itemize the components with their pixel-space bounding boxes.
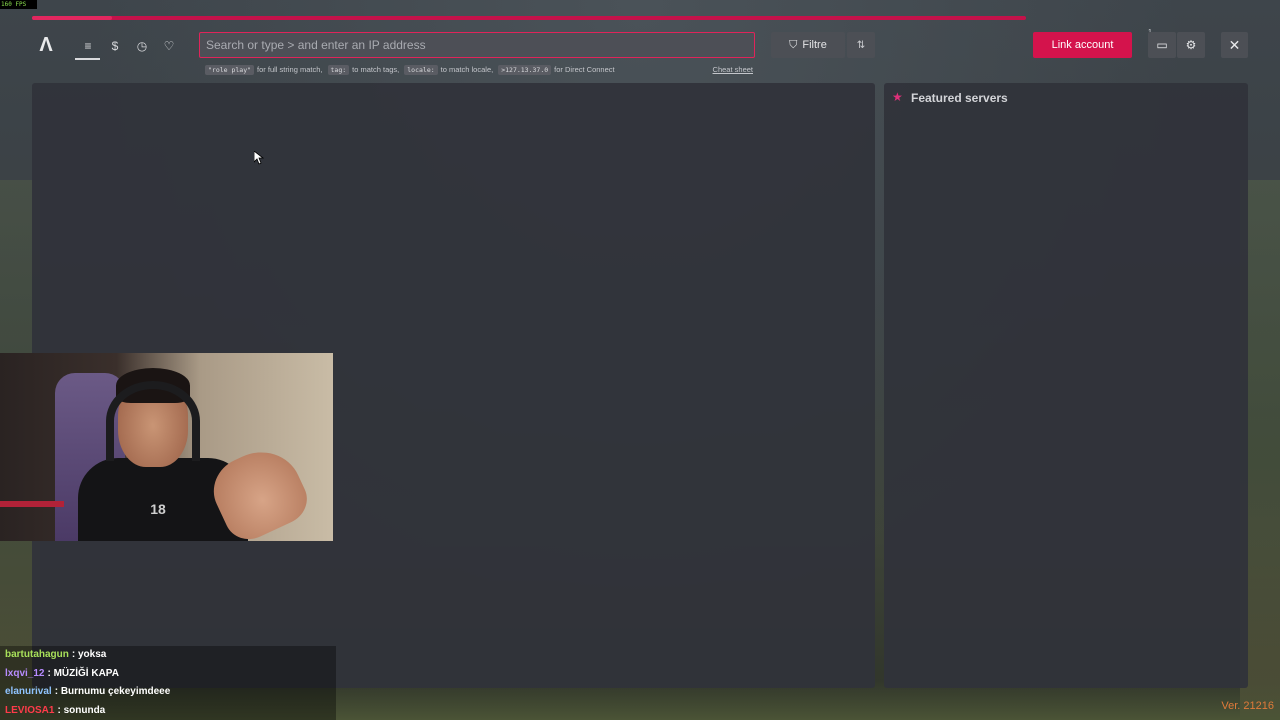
search-hints: "role play" for full string match, tag: …	[205, 63, 753, 76]
loading-progress-fill	[32, 16, 112, 20]
chat-username: lxqvi_12	[5, 667, 45, 679]
chat-text: MÜZİĞİ KAPA	[53, 667, 119, 679]
settings-button[interactable]: ⚙	[1177, 32, 1205, 58]
cheat-sheet-link[interactable]: Cheat sheet	[713, 65, 753, 74]
hint-text: for Direct Connect	[554, 65, 615, 74]
loading-progress-bar	[32, 16, 1026, 20]
hint-code: locale:	[404, 64, 438, 75]
link-account-button[interactable]: Link account	[1033, 32, 1132, 58]
headset	[106, 381, 200, 461]
mouse-cursor-icon	[254, 151, 264, 165]
star-icon: ★	[892, 90, 903, 104]
chat-message: bartutahagun: yoksa	[0, 646, 336, 665]
active-tab-indicator	[75, 58, 100, 60]
chat-message: elanurival: Burnumu çekeyimdeee	[0, 683, 336, 702]
search-input[interactable]	[199, 32, 755, 58]
chat-overlay: bartutahagun: yoksa lxqvi_12: MÜZİĞİ KAP…	[0, 646, 336, 720]
hint-text: to match locale,	[440, 65, 494, 74]
chat-text: Burnumu çekeyimdeee	[60, 686, 171, 697]
notifications-icon: ▭	[1156, 38, 1168, 52]
list-icon[interactable]: ≡	[77, 36, 99, 56]
featured-servers-panel: ★ Featured servers	[884, 83, 1248, 688]
hint-code: "role play"	[205, 64, 255, 75]
hint-text: to match tags,	[352, 65, 400, 74]
chat-text: sonunda	[63, 704, 106, 716]
gear-icon: ⚙	[1185, 38, 1197, 52]
chat-message: lxqvi_12: MÜZİĞİ KAPA	[0, 664, 336, 683]
webcam-overlay: 18	[0, 353, 333, 541]
hint-text: for full string match,	[257, 65, 323, 74]
chat-username: bartutahagun	[5, 649, 69, 660]
dollar-icon[interactable]: $	[104, 36, 126, 56]
clock-icon[interactable]: ◷	[131, 36, 153, 56]
chat-username: elanurival	[5, 686, 52, 697]
close-icon: ✕	[1228, 36, 1241, 53]
chair-accent	[0, 501, 64, 507]
sort-icon: ⇅	[856, 39, 866, 51]
featured-servers-title: Featured servers	[911, 91, 1008, 105]
fps-counter: 160 FPS	[0, 0, 37, 9]
app-logo[interactable]: Λ	[34, 33, 58, 57]
heart-icon[interactable]: ♡	[158, 36, 180, 56]
hint-code: tag:	[327, 64, 350, 75]
filter-label: Filtre	[802, 39, 827, 51]
chat-text: yoksa	[78, 649, 107, 660]
shirt-print: 18	[150, 501, 166, 517]
version-label: Ver. 21216	[1221, 700, 1274, 712]
hint-code: >127.13.37.0	[498, 64, 552, 75]
sort-button[interactable]: ⇅	[847, 32, 875, 58]
filter-icon: ⛉	[789, 38, 798, 51]
chat-username: LEVIOSA1	[5, 704, 55, 716]
notifications-button[interactable]: ▭	[1148, 32, 1176, 58]
close-button[interactable]: ✕	[1221, 32, 1248, 58]
chat-message: LEVIOSA1: sonunda	[0, 701, 336, 720]
filter-button[interactable]: ⛉ Filtre	[771, 32, 845, 58]
